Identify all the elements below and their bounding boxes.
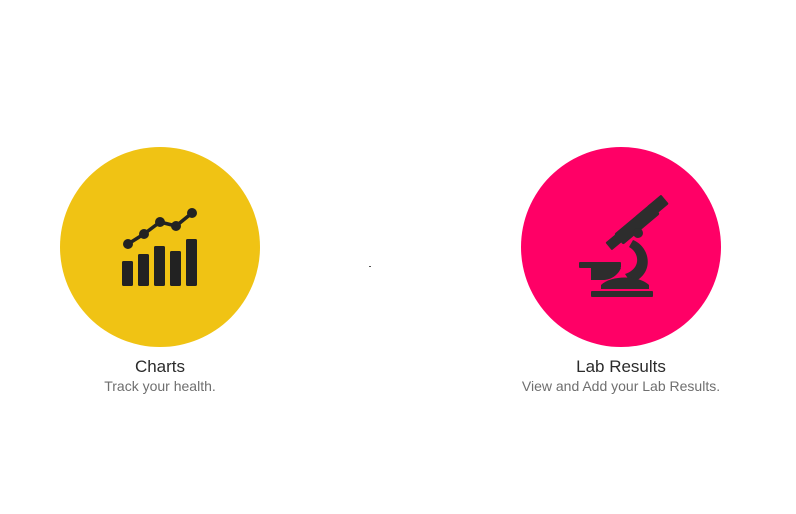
charts-circle[interactable]	[60, 147, 260, 347]
lab-results-tile[interactable]: Lab Results View and Add your Lab Result…	[491, 147, 751, 395]
stray-dot	[369, 266, 371, 267]
lab-results-subtitle: View and Add your Lab Results.	[521, 378, 721, 394]
chart-icon	[122, 208, 197, 286]
lab-results-title[interactable]: Lab Results	[491, 357, 751, 377]
dashboard-page: Charts Track your health. Lab Results Vi…	[0, 0, 796, 514]
lab-results-circle[interactable]	[521, 147, 721, 347]
charts-subtitle: Track your health.	[104, 378, 216, 394]
charts-title[interactable]: Charts	[30, 357, 290, 377]
microscope-icon	[579, 195, 669, 297]
charts-tile[interactable]: Charts Track your health.	[30, 147, 290, 395]
